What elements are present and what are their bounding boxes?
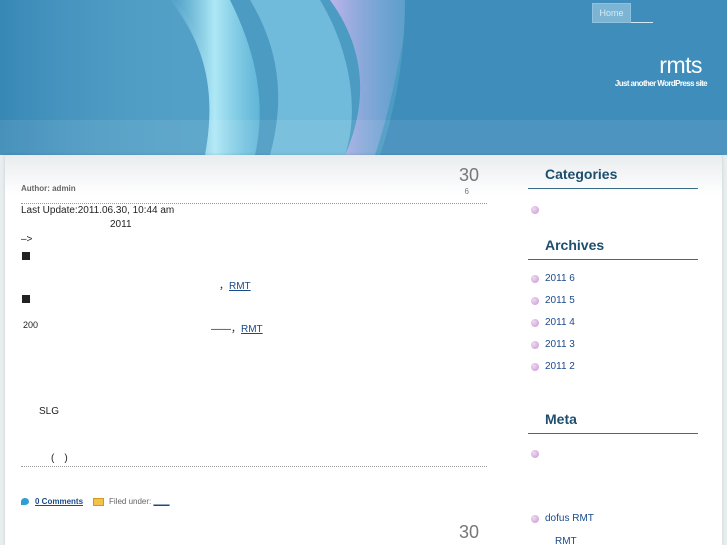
site-header: Home rmts Just another WordPress site [0, 0, 727, 155]
bullet-icon [531, 275, 539, 283]
header-swoosh-graphic [0, 0, 727, 155]
blogroll-link-dofus-rmt[interactable]: dofus RMT [545, 513, 594, 524]
bullet-icon [531, 450, 539, 458]
nav-home-link[interactable]: Home [592, 3, 631, 23]
site-title[interactable]: rmts [659, 52, 702, 79]
square-glyph [22, 295, 30, 303]
archive-link-2011-6[interactable]: 2011 6 [545, 273, 575, 284]
widget-rule [528, 433, 698, 434]
rmt-link[interactable]: RMT [241, 324, 263, 335]
square-glyph [22, 252, 30, 260]
bullet-icon [531, 206, 539, 214]
archives-title: Archives [545, 237, 605, 253]
bullet-icon [531, 341, 539, 349]
bullet-icon [531, 515, 539, 523]
categories-title: Categories [545, 166, 618, 182]
content-area: 30 6 Author: admin Last Update:2011.06.3… [5, 155, 722, 545]
widget-rule [528, 259, 698, 260]
meta-title: Meta [545, 411, 577, 427]
site-description: Just another WordPress site [614, 79, 708, 88]
body-number: 200 [23, 320, 39, 330]
archive-link-2011-3[interactable]: 2011 3 [545, 339, 575, 350]
filed-under-label: Filed under: [109, 497, 152, 506]
bullet-icon [531, 297, 539, 305]
body-prefix: ， [219, 281, 229, 292]
arrow-text: –> [21, 234, 33, 245]
post-date-day: 30 [458, 165, 479, 185]
archive-link-2011-5[interactable]: 2011 5 [545, 295, 575, 306]
top-nav: Home [592, 3, 653, 23]
divider [21, 466, 487, 467]
post-author: Author: admin [21, 184, 76, 193]
paren-text: ( ) [51, 453, 68, 464]
rmt-link[interactable]: RMT [229, 281, 251, 292]
last-update-text: Last Update:2011.06.30, 10:44 am [21, 205, 175, 216]
body-line-rmt-2: ——，RMT [211, 320, 263, 335]
category-link[interactable]: ＿＿ [154, 496, 170, 507]
comments-link[interactable]: 0 Comments [35, 497, 83, 506]
archive-link-2011-4[interactable]: 2011 4 [545, 317, 575, 328]
post-footer: 0 Comments Filed under: ＿＿ [21, 496, 170, 507]
year-text: 2011 [110, 219, 132, 230]
nav-page-link[interactable] [631, 3, 653, 23]
body-line-rmt-1: ，RMT [219, 277, 251, 292]
post-date-day: 30 [458, 522, 479, 542]
divider [21, 203, 487, 204]
blogroll-link-rmt[interactable]: RMT [555, 536, 577, 545]
slg-text: SLG [39, 406, 60, 417]
comment-icon [21, 498, 29, 505]
bullet-icon [531, 363, 539, 371]
widget-rule [528, 188, 698, 189]
bullet-icon [531, 319, 539, 327]
body-dash: ——， [211, 324, 241, 335]
folder-icon [93, 497, 105, 506]
archive-link-2011-2[interactable]: 2011 2 [545, 361, 575, 372]
post-date-month: 6 [464, 187, 469, 196]
